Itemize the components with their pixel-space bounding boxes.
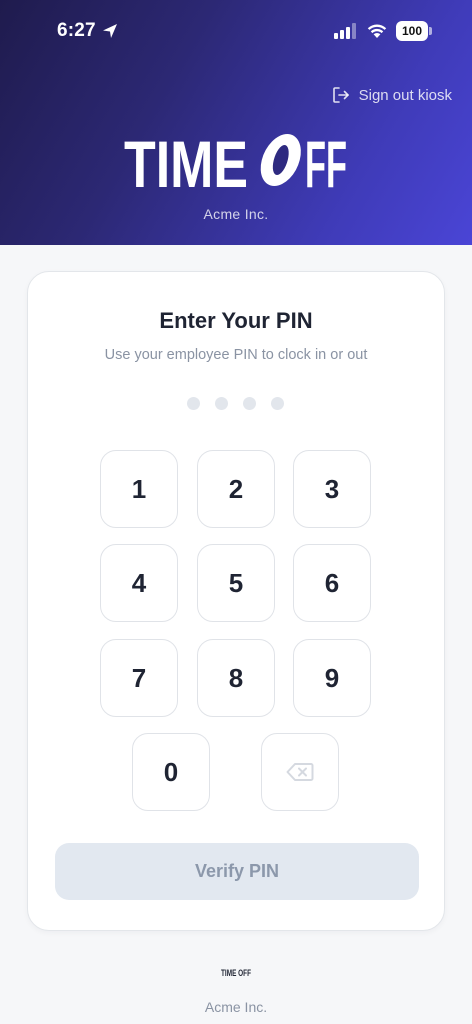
footer-time-off-logo: TIME OFF — [221, 968, 251, 979]
status-time: 6:27 — [57, 20, 96, 41]
pin-dot — [243, 397, 256, 410]
keypad-key-2[interactable]: 2 — [197, 450, 275, 528]
keypad-key-8[interactable]: 8 — [197, 639, 275, 717]
sign-out-label: Sign out kiosk — [358, 86, 452, 104]
battery-tip — [429, 27, 432, 35]
wifi-icon — [367, 24, 387, 38]
verify-pin-button[interactable]: Verify PIN — [55, 843, 419, 900]
keypad-key-3[interactable]: 3 — [293, 450, 371, 528]
svg-text:TIME: TIME — [124, 131, 248, 191]
cellular-signal-icon — [334, 23, 356, 39]
keypad-key-4[interactable]: 4 — [100, 544, 178, 622]
keypad-key-0[interactable]: 0 — [132, 733, 210, 811]
pin-dot — [187, 397, 200, 410]
location-arrow-icon — [103, 24, 117, 38]
keypad-key-9[interactable]: 9 — [293, 639, 371, 717]
pin-indicator — [187, 397, 284, 410]
pin-card-subtitle: Use your employee PIN to clock in or out — [104, 347, 368, 363]
keypad-key-7[interactable]: 7 — [100, 639, 178, 717]
battery-icon: 100 — [396, 21, 432, 41]
header-banner: 6:27 100 Sign out kiosk TIME FF Acme Inc… — [0, 0, 472, 245]
svg-text:TIME OFF: TIME OFF — [221, 968, 251, 979]
pin-dot — [271, 397, 284, 410]
time-off-logo: TIME FF — [124, 131, 347, 191]
keypad-key-1[interactable]: 1 — [100, 450, 178, 528]
pin-entry-card: Enter Your PIN Use your employee PIN to … — [27, 271, 445, 931]
organization-name: Acme Inc. — [203, 206, 269, 222]
battery-level: 100 — [396, 21, 428, 41]
keypad-key-5[interactable]: 5 — [197, 544, 275, 622]
svg-text:FF: FF — [305, 131, 347, 191]
sign-out-icon — [332, 87, 349, 103]
pin-card-title: Enter Your PIN — [159, 308, 313, 333]
keypad-key-6[interactable]: 6 — [293, 544, 371, 622]
pin-dot — [215, 397, 228, 410]
sign-out-kiosk-button[interactable]: Sign out kiosk — [331, 85, 452, 105]
backspace-icon — [286, 763, 314, 781]
backspace-button[interactable] — [261, 733, 339, 811]
footer-organization-name: Acme Inc. — [204, 999, 268, 1015]
status-bar: 6:27 100 — [0, 0, 472, 64]
